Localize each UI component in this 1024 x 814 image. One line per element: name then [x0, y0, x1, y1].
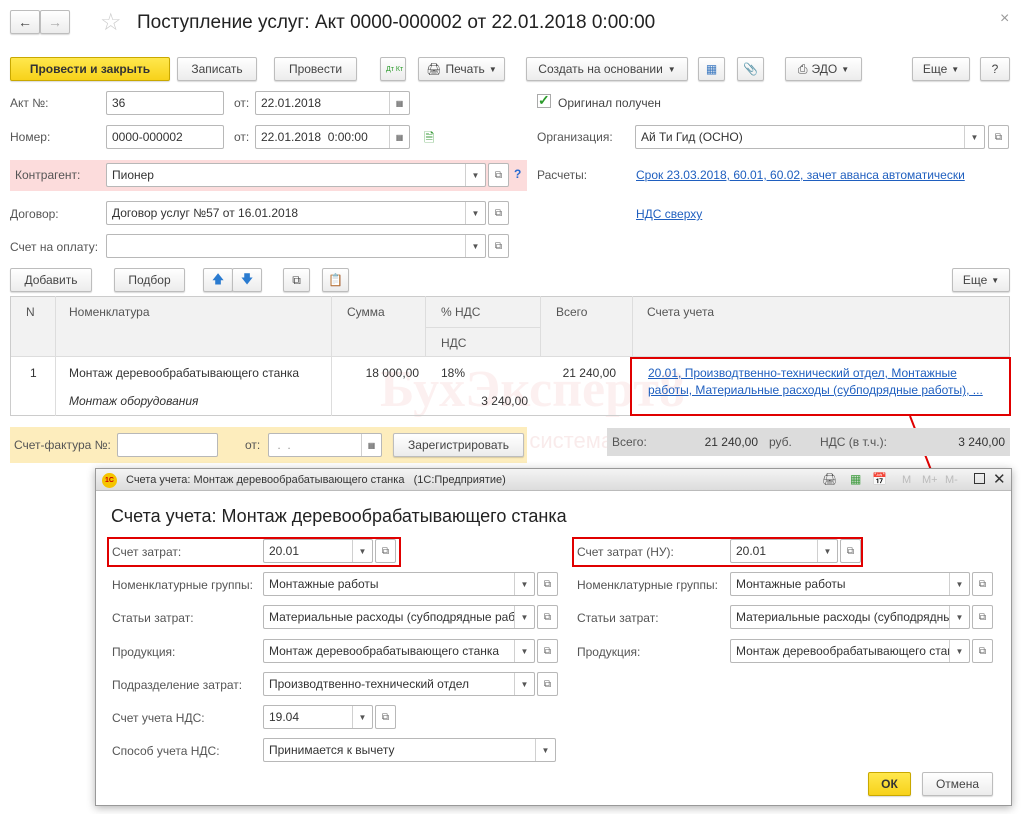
chevron-down-icon[interactable]: ▼ — [949, 573, 969, 595]
left-product-input[interactable]: Монтаж деревообрабатывающего станка ▼ — [263, 639, 535, 663]
open-icon: ⧉ — [978, 578, 987, 590]
left-cost-item-value: Материальные расходы (субподрядные работ… — [269, 610, 514, 624]
chevron-down-icon[interactable]: ▼ — [949, 606, 969, 628]
left-cost-department-label: Подразделение затрат: — [112, 678, 243, 692]
invoice-date-input[interactable]: . . ▦ — [268, 433, 382, 457]
invoice-label: Счет-фактура №: — [14, 438, 111, 452]
calendar-icon[interactable]: ▦ — [361, 434, 381, 456]
chevron-down-icon[interactable]: ▼ — [949, 640, 969, 662]
total-label: Всего: — [612, 435, 647, 449]
right-nomenclature-group-open-button[interactable]: ⧉ — [972, 572, 993, 596]
dialog-close-icon[interactable]: ✕ — [993, 470, 1006, 488]
register-button[interactable]: Зарегистрировать — [393, 433, 524, 457]
invoice-date-value: . . — [274, 438, 291, 452]
dialog-titlebar-text: Счета учета: Монтаж деревообрабатывающег… — [126, 474, 506, 486]
left-product-value: Монтаж деревообрабатывающего станка — [269, 644, 500, 658]
left-cost-item-open-button[interactable]: ⧉ — [537, 605, 558, 629]
chevron-down-icon[interactable]: ▼ — [514, 606, 534, 628]
left-vat-method-label: Способ учета НДС: — [112, 744, 220, 758]
invoice-date-label: от: — [245, 438, 261, 452]
right-cost-item-open-button[interactable]: ⧉ — [972, 605, 993, 629]
right-product-label: Продукция: — [577, 645, 641, 659]
memory-minus-button[interactable]: M- — [945, 474, 958, 486]
open-icon: ⧉ — [543, 611, 552, 623]
vat-total-label: НДС (в т.ч.): — [820, 435, 887, 449]
open-icon: ⧉ — [978, 611, 987, 623]
left-vat-account-open-button[interactable]: ⧉ — [375, 705, 396, 729]
chevron-down-icon[interactable]: ▼ — [352, 706, 372, 728]
left-nomenclature-group-value: Монтажные работы — [269, 577, 379, 591]
left-nomenclature-group-label: Номенклатурные группы: — [112, 578, 253, 592]
chevron-down-icon[interactable]: ▼ — [514, 573, 534, 595]
maximize-icon[interactable] — [974, 473, 985, 484]
left-product-label: Продукция: — [112, 645, 176, 659]
right-cost-item-input[interactable]: Материальные расходы (субподрядные работ… — [730, 605, 970, 629]
left-cost-department-open-button[interactable]: ⧉ — [537, 672, 558, 696]
left-nomenclature-group-open-button[interactable]: ⧉ — [537, 572, 558, 596]
calendar-icon[interactable]: 📅 — [872, 472, 887, 486]
open-icon: ⧉ — [978, 645, 987, 657]
left-cost-item-input[interactable]: Материальные расходы (субподрядные работ… — [263, 605, 535, 629]
right-nomenclature-group-input[interactable]: Монтажные работы ▼ — [730, 572, 970, 596]
open-icon: ⧉ — [543, 645, 552, 657]
left-cost-department-input[interactable]: Производтвенно-технический отдел ▼ — [263, 672, 535, 696]
currency-label: руб. — [769, 435, 792, 449]
right-product-input[interactable]: Монтаж деревообрабатывающего станка ▼ — [730, 639, 970, 663]
right-product-value: Монтаж деревообрабатывающего станка — [736, 644, 949, 658]
open-icon: ⧉ — [381, 711, 390, 723]
chevron-down-icon[interactable]: ▼ — [514, 673, 534, 695]
left-nomenclature-group-input[interactable]: Монтажные работы ▼ — [263, 572, 535, 596]
total-value: 21 240,00 — [704, 435, 758, 449]
left-vat-account-input[interactable]: 19.04 ▼ — [263, 705, 373, 729]
right-nomenclature-group-label: Номенклатурные группы: — [577, 578, 718, 592]
cancel-button[interactable]: Отмена — [922, 772, 993, 796]
invoice-number-input[interactable] — [117, 433, 218, 457]
calculator-icon[interactable]: ▦ — [850, 472, 861, 486]
right-cost-item-value: Материальные расходы (субподрядные работ… — [736, 610, 949, 624]
chevron-down-icon[interactable]: ▼ — [514, 640, 534, 662]
memory-plus-button[interactable]: M+ — [922, 474, 938, 486]
right-nomenclature-group-value: Монтажные работы — [736, 577, 846, 591]
open-icon: ⧉ — [543, 578, 552, 590]
print-icon[interactable]: 🖨 — [822, 472, 837, 486]
vat-total-value: 3 240,00 — [958, 435, 1005, 449]
left-cost-item-label: Статьи затрат: — [112, 611, 194, 625]
ok-button[interactable]: ОК — [868, 772, 911, 796]
left-vat-method-value: Принимается к вычету — [269, 743, 395, 757]
dialog-heading: Счета учета: Монтаж деревообрабатывающег… — [111, 506, 567, 526]
right-cost-item-label: Статьи затрат: — [577, 611, 659, 625]
left-vat-account-value: 19.04 — [269, 710, 300, 724]
left-vat-method-input[interactable]: Принимается к вычету ▼ — [263, 738, 556, 762]
1c-logo-icon: 1C — [102, 473, 117, 488]
left-cost-department-value: Производтвенно-технический отдел — [269, 677, 469, 691]
chevron-down-icon[interactable]: ▼ — [535, 739, 555, 761]
left-vat-account-label: Счет учета НДС: — [112, 711, 205, 725]
right-product-open-button[interactable]: ⧉ — [972, 639, 993, 663]
left-product-open-button[interactable]: ⧉ — [537, 639, 558, 663]
open-icon: ⧉ — [543, 678, 552, 690]
highlight-box-cost-account-tax — [572, 537, 863, 567]
memory-m-button[interactable]: M — [902, 474, 911, 486]
highlight-box-cost-account — [107, 537, 401, 567]
